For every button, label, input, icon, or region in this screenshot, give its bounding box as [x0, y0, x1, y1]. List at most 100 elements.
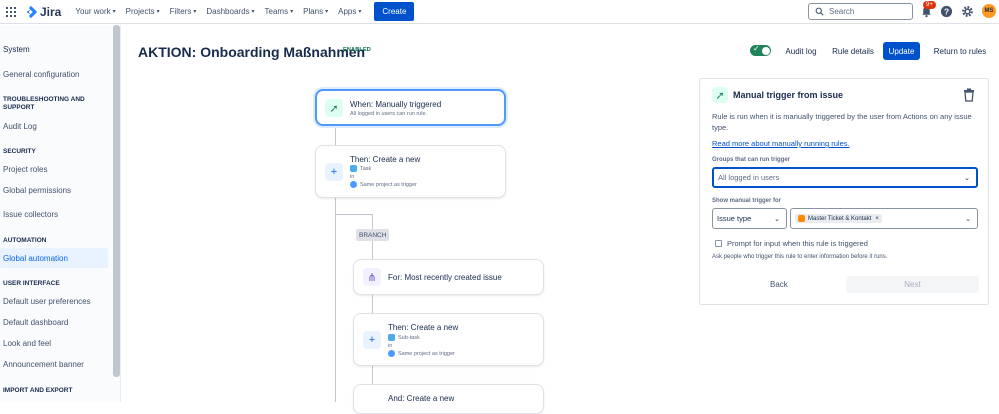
nav-teams[interactable]: Teams ▾ — [265, 7, 294, 16]
trash-icon[interactable] — [963, 88, 975, 102]
nav-plans[interactable]: Plans ▾ — [303, 7, 328, 16]
subtask-icon — [388, 334, 395, 341]
check-icon: ✓ — [753, 44, 760, 53]
issue-type-values-select[interactable]: Master Ticket & Kontakt × ⌄ — [790, 208, 978, 229]
card-subtitle: All logged in users can run rule. — [350, 111, 428, 117]
action-card[interactable]: And: Create a new — [353, 384, 544, 414]
create-button[interactable]: Create — [374, 2, 415, 21]
in-label: in — [350, 174, 355, 180]
chevron-down-icon: ▾ — [251, 9, 255, 15]
branch-card[interactable]: ⋔ For: Most recently created issue — [353, 259, 544, 295]
panel-description: Rule is run when it is manually triggere… — [712, 112, 972, 132]
return-to-rules-button[interactable]: Return to rules — [930, 42, 990, 60]
card-title: For: Most recently created issue — [388, 273, 502, 282]
card-title: Then: Create a new — [350, 155, 421, 164]
sidebar-item-look-and-feel[interactable]: Look and feel — [3, 339, 51, 348]
sidebar-item-project-roles[interactable]: Project roles — [3, 165, 47, 174]
page-title: AKTION: Onboarding Maßnahmen — [138, 44, 366, 60]
app-switcher-icon[interactable] — [6, 6, 16, 17]
selected-tag[interactable]: Master Ticket & Kontakt × — [795, 214, 882, 223]
plus-icon: + — [363, 331, 381, 349]
nav-label: Apps — [338, 7, 357, 16]
next-button[interactable]: Next — [846, 276, 979, 293]
nav-dashboards[interactable]: Dashboards ▾ — [206, 7, 254, 16]
close-icon[interactable]: × — [875, 216, 879, 222]
connector-line — [372, 294, 373, 313]
audit-log-button[interactable]: Audit log — [780, 42, 822, 60]
branch-label: BRANCH — [356, 229, 390, 241]
panel-title: Manual trigger from issue — [733, 90, 844, 100]
issue-type-label: Sub-task — [398, 334, 420, 341]
search-placeholder: Search — [829, 7, 855, 16]
branch-icon: ⋔ — [363, 268, 381, 286]
nav-apps[interactable]: Apps ▾ — [338, 7, 361, 16]
sidebar-title: System — [3, 45, 30, 54]
sidebar-section-security: SECURITY — [3, 148, 36, 155]
chevron-down-icon: ▾ — [156, 9, 160, 15]
nav-label: Filters — [169, 7, 192, 16]
action-card[interactable]: + Then: Create a new Task in Same projec… — [315, 145, 506, 198]
prompt-checkbox[interactable] — [715, 240, 722, 247]
nav-filters[interactable]: Filters ▾ — [170, 7, 197, 16]
plus-icon: + — [325, 163, 343, 181]
app-name: Jira — [40, 4, 62, 19]
chevron-down-icon: ▾ — [358, 9, 362, 15]
trigger-card[interactable]: ➚ When: Manually triggered All logged in… — [315, 89, 506, 126]
connector-line — [372, 366, 373, 385]
sidebar-item-default-dashboard[interactable]: Default dashboard — [3, 318, 68, 327]
issue-type-value: Issue type — [717, 214, 752, 223]
chevron-down-icon: ⌄ — [774, 215, 780, 223]
issue-type-line: Task — [350, 165, 371, 172]
sidebar-item-issue-collectors[interactable]: Issue collectors — [3, 210, 58, 219]
nav-label: Projects — [125, 7, 155, 16]
sidebar-scrollbar[interactable] — [113, 25, 120, 377]
issue-type-line: Sub-task — [388, 334, 420, 341]
project-line: Same project as trigger — [350, 181, 417, 188]
sidebar-item-global-permissions[interactable]: Global permissions — [3, 186, 71, 195]
connector-line — [335, 126, 336, 145]
svg-text:?: ? — [944, 6, 949, 16]
chevron-down-icon: ▾ — [290, 9, 294, 15]
status-badge: ENABLED — [343, 47, 371, 53]
chevron-down-icon: ▾ — [112, 9, 116, 15]
help-icon[interactable]: ? — [940, 5, 953, 18]
issue-type-icon — [798, 215, 805, 222]
back-button[interactable]: Back — [770, 280, 788, 289]
chevron-down-icon: ▾ — [325, 9, 329, 15]
cursor-icon: ➚ — [712, 87, 728, 103]
in-label: in — [388, 343, 393, 349]
sidebar-item-global-automation[interactable]: Global automation — [3, 254, 68, 263]
sidebar-item-default-user-preferences[interactable]: Default user preferences — [3, 297, 91, 306]
action-card[interactable]: + Then: Create a new Sub-task in Same pr… — [353, 313, 544, 366]
groups-select[interactable]: All logged in users ⌄ — [712, 167, 978, 188]
enable-toggle[interactable]: ✓ — [750, 44, 771, 56]
sidebar-item-general-configuration[interactable]: General configuration — [3, 70, 80, 79]
jira-logo[interactable]: Jira — [24, 5, 61, 19]
groups-label: Groups that can run trigger — [712, 157, 791, 163]
sidebar-item-audit-log[interactable]: Audit Log — [3, 122, 37, 131]
sidebar-item-announcement-banner[interactable]: Announcement banner — [3, 360, 84, 369]
task-icon — [350, 165, 357, 172]
avatar[interactable]: MS — [982, 4, 996, 18]
nav-your-work[interactable]: Your work ▾ — [75, 7, 115, 16]
search-input[interactable]: Search — [808, 3, 913, 20]
card-title: When: Manually triggered — [350, 100, 442, 109]
gear-icon[interactable] — [961, 5, 974, 18]
read-more-link[interactable]: Read more about manually running rules. — [712, 139, 850, 148]
prompt-label: Prompt for input when this rule is trigg… — [727, 239, 868, 248]
nav-label: Plans — [303, 7, 324, 16]
chevron-down-icon: ⌄ — [964, 174, 970, 182]
tag-label: Master Ticket & Kontakt — [808, 215, 872, 222]
update-button[interactable]: Update — [883, 42, 920, 60]
project-label: Same project as trigger — [398, 350, 455, 357]
issue-type-select[interactable]: Issue type ⌄ — [712, 208, 787, 229]
rule-details-button[interactable]: Rule details — [829, 42, 877, 60]
search-icon — [815, 7, 824, 16]
sidebar-section-automation: AUTOMATION — [3, 237, 47, 244]
show-trigger-label: Show manual trigger for — [712, 198, 782, 204]
nav-label: Your work — [75, 7, 111, 16]
chevron-down-icon: ⌄ — [965, 215, 971, 223]
card-title: Then: Create a new — [388, 323, 459, 332]
nav-projects[interactable]: Projects ▾ — [126, 7, 160, 16]
globe-icon — [350, 181, 357, 188]
